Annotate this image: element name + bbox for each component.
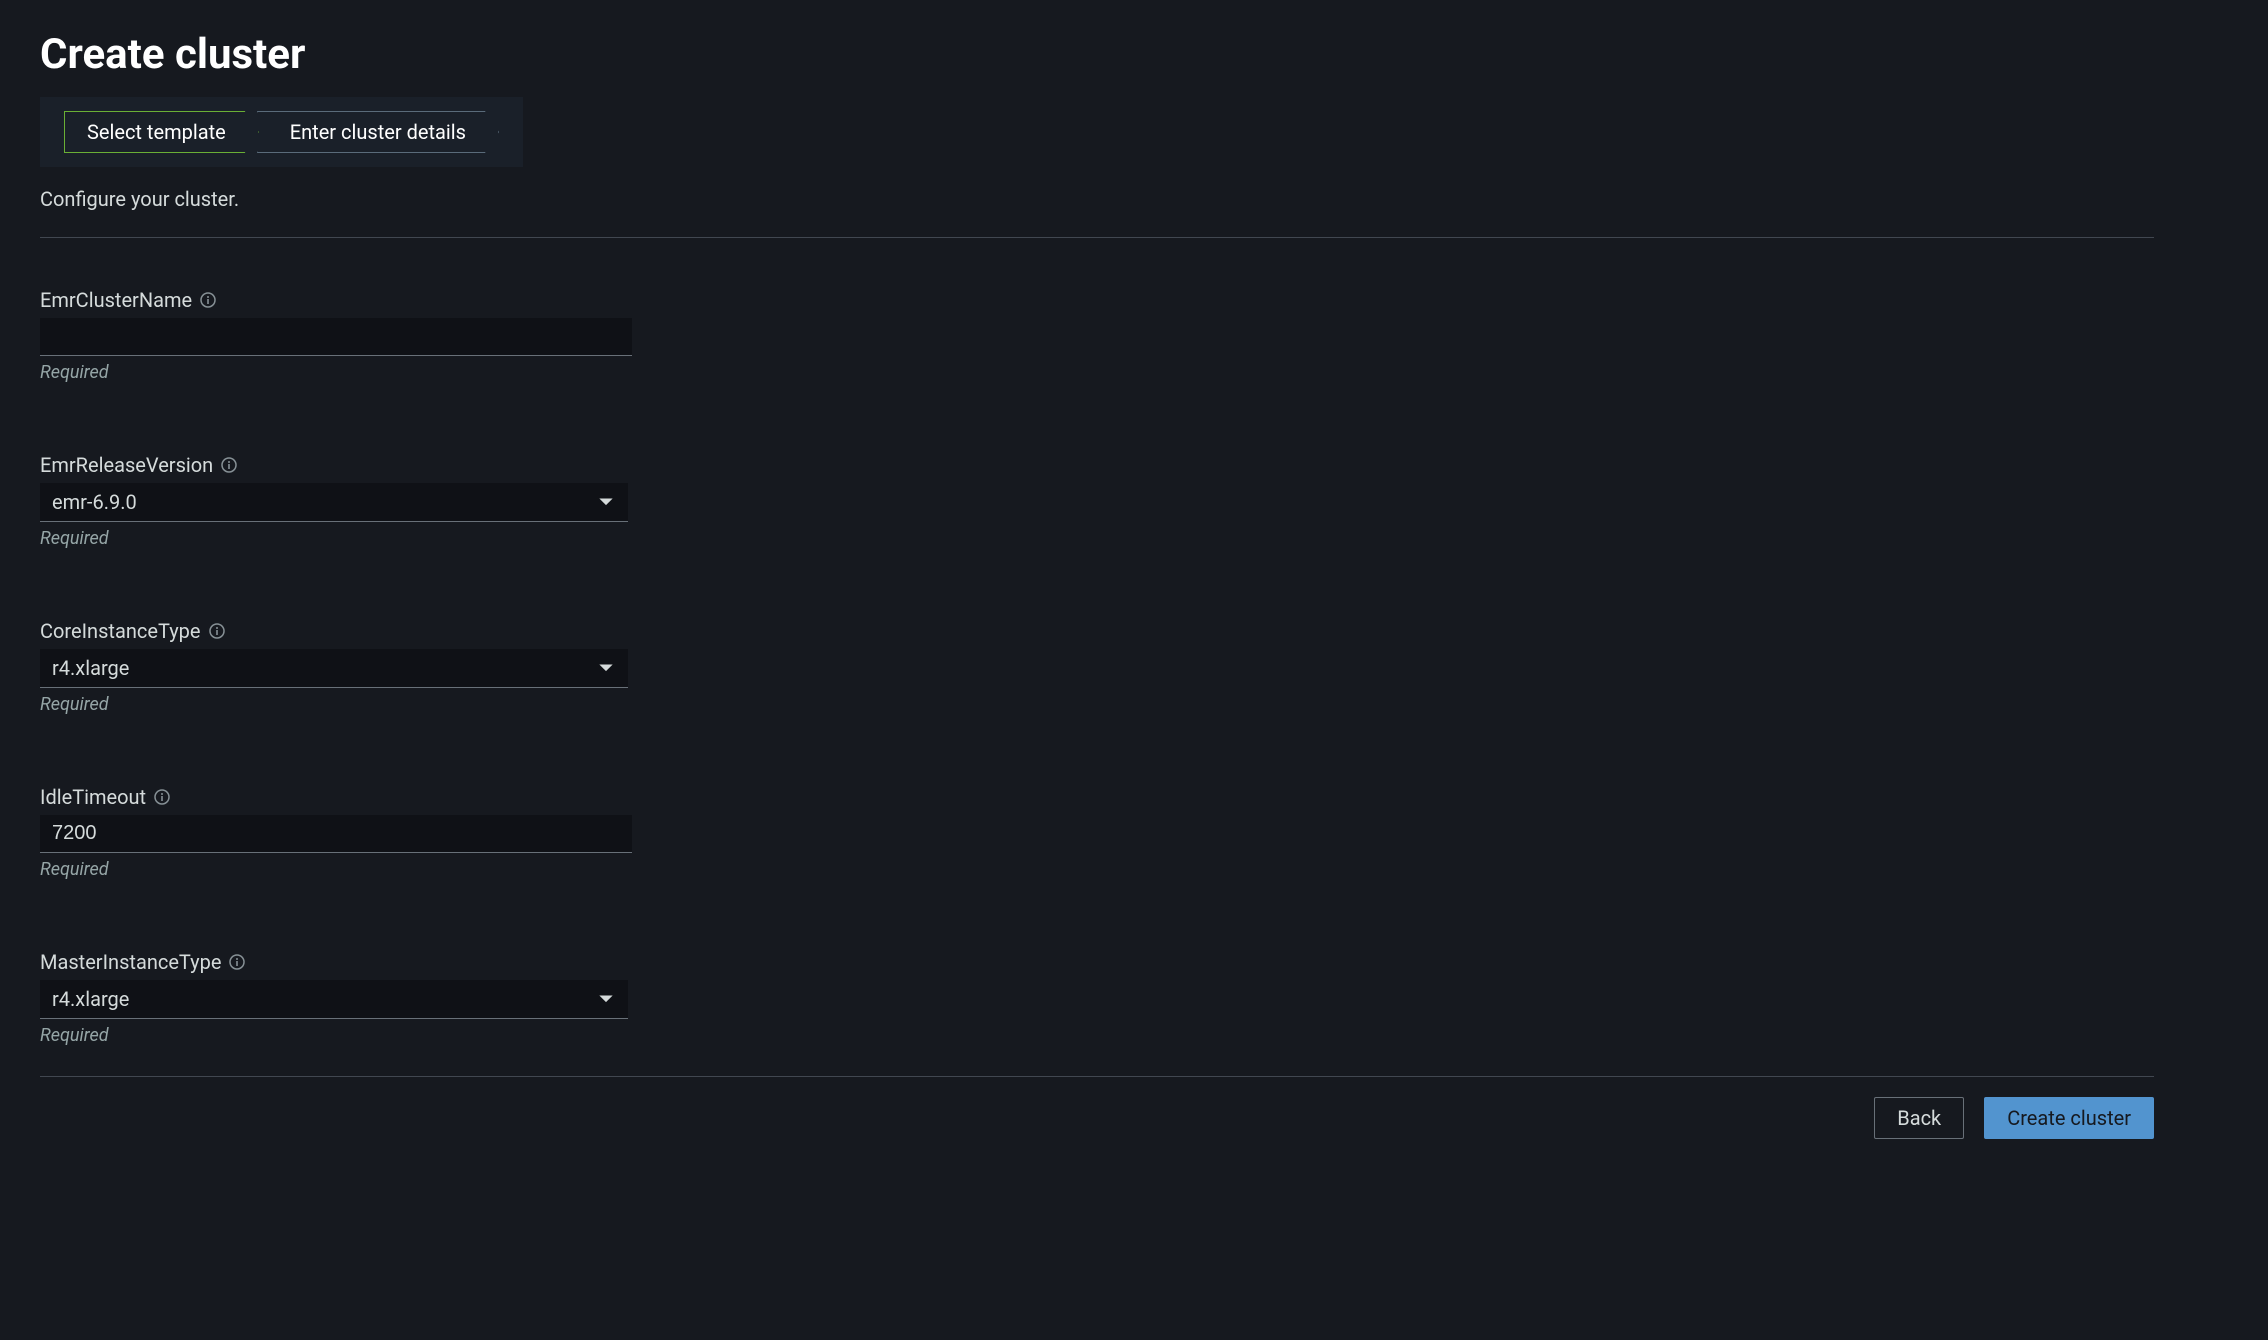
release-version-helper: Required bbox=[40, 528, 2154, 549]
page-title: Create cluster bbox=[40, 30, 2228, 79]
field-group-master-instance-type: MasterInstanceType r4.xlarge Required bbox=[40, 950, 2154, 1046]
master-instance-type-helper: Required bbox=[40, 1025, 2154, 1046]
idle-timeout-helper: Required bbox=[40, 859, 2154, 880]
cluster-name-helper: Required bbox=[40, 362, 2154, 383]
page-subtitle: Configure your cluster. bbox=[40, 187, 2154, 211]
field-group-core-instance-type: CoreInstanceType r4.xlarge Required bbox=[40, 619, 2154, 715]
master-instance-type-label: MasterInstanceType bbox=[40, 950, 221, 974]
wizard-step-enter-details[interactable]: Enter cluster details bbox=[257, 111, 499, 153]
back-button[interactable]: Back bbox=[1874, 1097, 1964, 1139]
cluster-name-input[interactable] bbox=[40, 318, 632, 356]
info-icon[interactable] bbox=[229, 954, 245, 970]
cluster-name-label: EmrClusterName bbox=[40, 288, 192, 312]
idle-timeout-input[interactable] bbox=[40, 815, 632, 853]
wizard-step-select-template[interactable]: Select template bbox=[64, 111, 259, 153]
wizard-steps: Select template Enter cluster details bbox=[40, 97, 523, 167]
idle-timeout-label: IdleTimeout bbox=[40, 785, 146, 809]
master-instance-type-select[interactable]: r4.xlarge bbox=[40, 980, 628, 1019]
core-instance-type-select[interactable]: r4.xlarge bbox=[40, 649, 628, 688]
info-icon[interactable] bbox=[209, 623, 225, 639]
divider-top bbox=[40, 237, 2154, 238]
field-group-release-version: EmrReleaseVersion emr-6.9.0 Required bbox=[40, 453, 2154, 549]
info-icon[interactable] bbox=[221, 457, 237, 473]
field-group-cluster-name: EmrClusterName Required bbox=[40, 288, 2154, 383]
info-icon[interactable] bbox=[154, 789, 170, 805]
create-cluster-button[interactable]: Create cluster bbox=[1984, 1097, 2154, 1139]
field-group-idle-timeout: IdleTimeout Required bbox=[40, 785, 2154, 880]
core-instance-type-label: CoreInstanceType bbox=[40, 619, 201, 643]
core-instance-type-helper: Required bbox=[40, 694, 2154, 715]
release-version-label: EmrReleaseVersion bbox=[40, 453, 213, 477]
release-version-select[interactable]: emr-6.9.0 bbox=[40, 483, 628, 522]
divider-bottom bbox=[40, 1076, 2154, 1077]
footer-actions: Back Create cluster bbox=[40, 1097, 2154, 1139]
info-icon[interactable] bbox=[200, 292, 216, 308]
